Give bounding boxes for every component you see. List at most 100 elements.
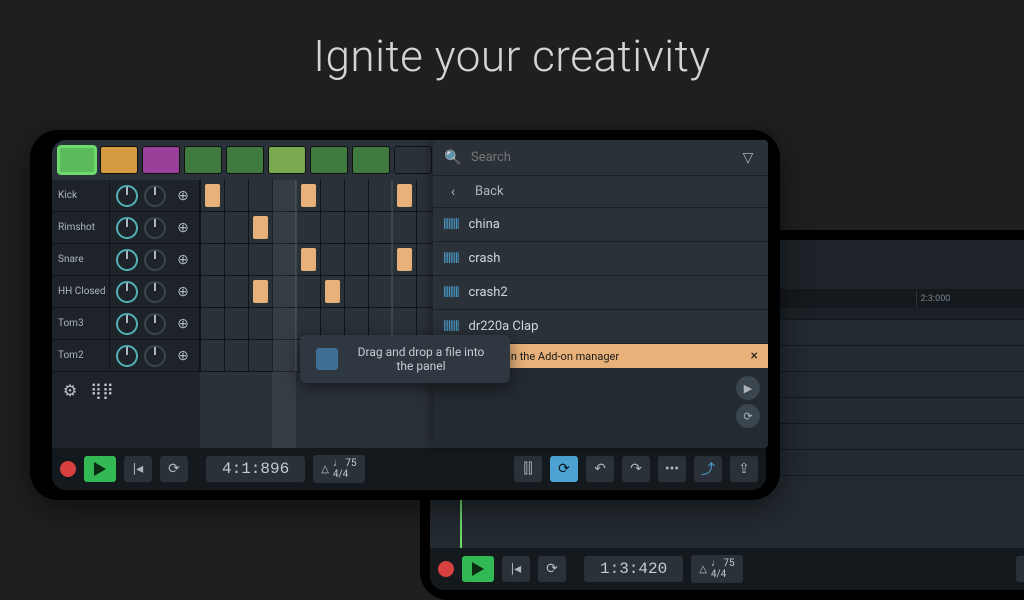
pattern-slot[interactable] xyxy=(268,146,306,174)
share-button[interactable]: ⤴ xyxy=(694,456,722,482)
track-row[interactable]: Tom2 ⊕ xyxy=(52,340,200,372)
sync-icon[interactable]: ⟳ xyxy=(550,456,578,482)
preview-loop-button[interactable]: ⟳ xyxy=(736,404,760,428)
step-cell[interactable] xyxy=(201,212,225,244)
step-cell[interactable] xyxy=(321,180,345,212)
time-display[interactable]: 1:3:420 xyxy=(584,556,683,582)
pattern-slot[interactable] xyxy=(352,146,390,174)
step-cell[interactable] xyxy=(345,180,369,212)
record-button[interactable] xyxy=(438,561,454,577)
step-cell[interactable] xyxy=(249,308,273,340)
step-cell[interactable] xyxy=(297,276,321,308)
search-input[interactable] xyxy=(471,150,730,165)
pattern-slot[interactable] xyxy=(226,146,264,174)
loop-button[interactable]: ⟳ xyxy=(538,556,566,582)
step-cell[interactable] xyxy=(201,308,225,340)
step-cell[interactable] xyxy=(225,276,249,308)
step-cell[interactable] xyxy=(273,308,297,340)
preview-play-button[interactable]: ▶ xyxy=(736,376,760,400)
step-cell[interactable] xyxy=(273,340,297,372)
track-row[interactable]: Rimshot ⊕ xyxy=(52,212,200,244)
step-cell[interactable] xyxy=(225,244,249,276)
track-knob[interactable] xyxy=(116,281,138,303)
step-cell[interactable] xyxy=(225,340,249,372)
step-cell[interactable] xyxy=(369,276,393,308)
step-cell[interactable] xyxy=(225,180,249,212)
track-row[interactable]: Tom3 ⊕ xyxy=(52,308,200,340)
step-cell[interactable] xyxy=(225,308,249,340)
step-cell[interactable] xyxy=(321,212,345,244)
record-button[interactable] xyxy=(60,461,76,477)
track-add-button[interactable]: ⊕ xyxy=(172,281,194,303)
step-cell[interactable] xyxy=(297,244,321,276)
track-row[interactable]: Snare ⊕ xyxy=(52,244,200,276)
loop-button[interactable]: ⟳ xyxy=(160,456,188,482)
pattern-slot[interactable] xyxy=(310,146,348,174)
tempo-display[interactable]: △ ♩ 75 4/4 xyxy=(691,555,742,583)
play-button[interactable] xyxy=(462,556,494,582)
track-knob[interactable] xyxy=(116,313,138,335)
track-knob[interactable] xyxy=(144,217,166,239)
mixer-icon[interactable]: ⫿⫿ xyxy=(514,456,542,482)
step-cell[interactable] xyxy=(321,276,345,308)
track-knob[interactable] xyxy=(144,281,166,303)
export-button[interactable]: ⇪ xyxy=(730,456,758,482)
step-cell[interactable] xyxy=(201,244,225,276)
step-cell[interactable] xyxy=(249,340,273,372)
step-cell[interactable] xyxy=(201,340,225,372)
step-cell[interactable] xyxy=(369,212,393,244)
track-knob[interactable] xyxy=(116,185,138,207)
close-icon[interactable]: × xyxy=(751,348,758,364)
sound-item[interactable]: ⦀⦀⦀crash2 xyxy=(433,276,768,310)
step-cell[interactable] xyxy=(297,212,321,244)
step-cell[interactable] xyxy=(393,244,417,276)
step-cell[interactable] xyxy=(345,276,369,308)
track-knob[interactable] xyxy=(116,249,138,271)
step-cell[interactable] xyxy=(273,244,297,276)
track-knob[interactable] xyxy=(116,345,138,367)
track-row[interactable]: HH Closed ⊕ xyxy=(52,276,200,308)
step-cell[interactable] xyxy=(201,276,225,308)
tempo-display[interactable]: △ ♩ 75 4/4 xyxy=(313,455,364,483)
track-add-button[interactable]: ⊕ xyxy=(172,249,194,271)
step-cell[interactable] xyxy=(369,180,393,212)
track-knob[interactable] xyxy=(144,249,166,271)
track-row[interactable]: Kick ⊕ xyxy=(52,180,200,212)
pattern-slot[interactable] xyxy=(394,146,432,174)
rewind-button[interactable]: |◂ xyxy=(124,456,152,482)
step-cell[interactable] xyxy=(273,276,297,308)
pattern-slot[interactable] xyxy=(58,146,96,174)
track-knob[interactable] xyxy=(144,185,166,207)
track-knob[interactable] xyxy=(144,313,166,335)
step-cell[interactable] xyxy=(321,244,345,276)
undo-button[interactable]: ↶ xyxy=(586,456,614,482)
track-knob[interactable] xyxy=(116,217,138,239)
waveform-icon[interactable]: ⢿⡿ xyxy=(90,378,114,402)
search-icon[interactable]: 🔍 xyxy=(443,150,463,166)
step-cell[interactable] xyxy=(345,212,369,244)
filter-icon[interactable]: ▽ xyxy=(738,150,758,166)
time-display[interactable]: 4:1:896 xyxy=(206,456,305,482)
step-cell[interactable] xyxy=(273,212,297,244)
redo-button[interactable]: ↷ xyxy=(622,456,650,482)
step-cell[interactable] xyxy=(393,212,417,244)
play-button[interactable] xyxy=(84,456,116,482)
step-cell[interactable] xyxy=(249,276,273,308)
step-cell[interactable] xyxy=(249,244,273,276)
step-cell[interactable] xyxy=(273,180,297,212)
track-add-button[interactable]: ⊕ xyxy=(172,185,194,207)
sound-item[interactable]: ⦀⦀⦀crash xyxy=(433,242,768,276)
track-knob[interactable] xyxy=(144,345,166,367)
more-icon[interactable]: ••• xyxy=(658,456,686,482)
step-cell[interactable] xyxy=(297,180,321,212)
mixer-button[interactable]: ♪ xyxy=(1016,556,1024,582)
pattern-slot[interactable] xyxy=(100,146,138,174)
step-cell[interactable] xyxy=(369,244,393,276)
sound-item[interactable]: ⦀⦀⦀china xyxy=(433,208,768,242)
step-cell[interactable] xyxy=(393,180,417,212)
rewind-button[interactable]: |◂ xyxy=(502,556,530,582)
track-add-button[interactable]: ⊕ xyxy=(172,345,194,367)
step-cell[interactable] xyxy=(225,212,249,244)
step-cell[interactable] xyxy=(393,276,417,308)
track-add-button[interactable]: ⊕ xyxy=(172,313,194,335)
